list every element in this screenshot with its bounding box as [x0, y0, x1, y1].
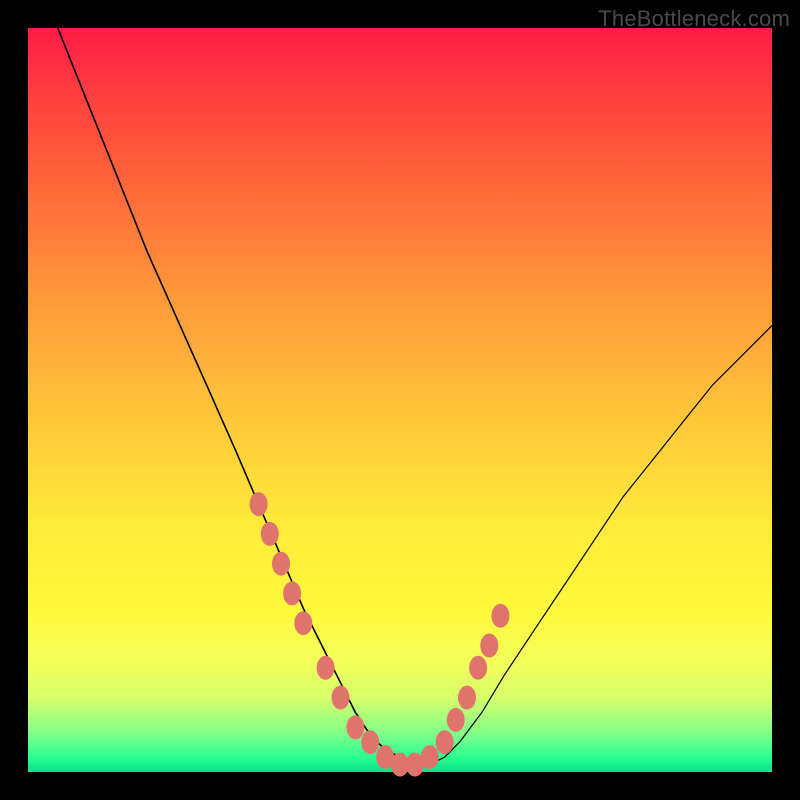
- highlight-dot: [447, 708, 465, 732]
- highlight-dot: [436, 730, 454, 754]
- watermark-text: TheBottleneck.com: [598, 6, 790, 32]
- highlight-dot: [250, 492, 268, 516]
- highlight-dot: [272, 552, 290, 576]
- highlight-dot: [261, 522, 279, 546]
- highlight-dot-group: [250, 492, 510, 776]
- highlight-dot: [480, 634, 498, 658]
- highlight-dot: [469, 656, 487, 680]
- highlight-dot: [361, 730, 379, 754]
- highlight-dot: [491, 604, 509, 628]
- highlight-dot: [283, 581, 301, 605]
- highlight-dot: [458, 686, 476, 710]
- highlight-dot: [346, 715, 364, 739]
- chart-plot-area: [28, 28, 772, 772]
- highlight-dot: [317, 656, 335, 680]
- highlight-dot: [294, 611, 312, 635]
- chart-svg: [28, 28, 772, 772]
- highlight-dot: [332, 686, 350, 710]
- bottleneck-curve-left: [58, 28, 430, 765]
- highlight-dot: [421, 745, 439, 769]
